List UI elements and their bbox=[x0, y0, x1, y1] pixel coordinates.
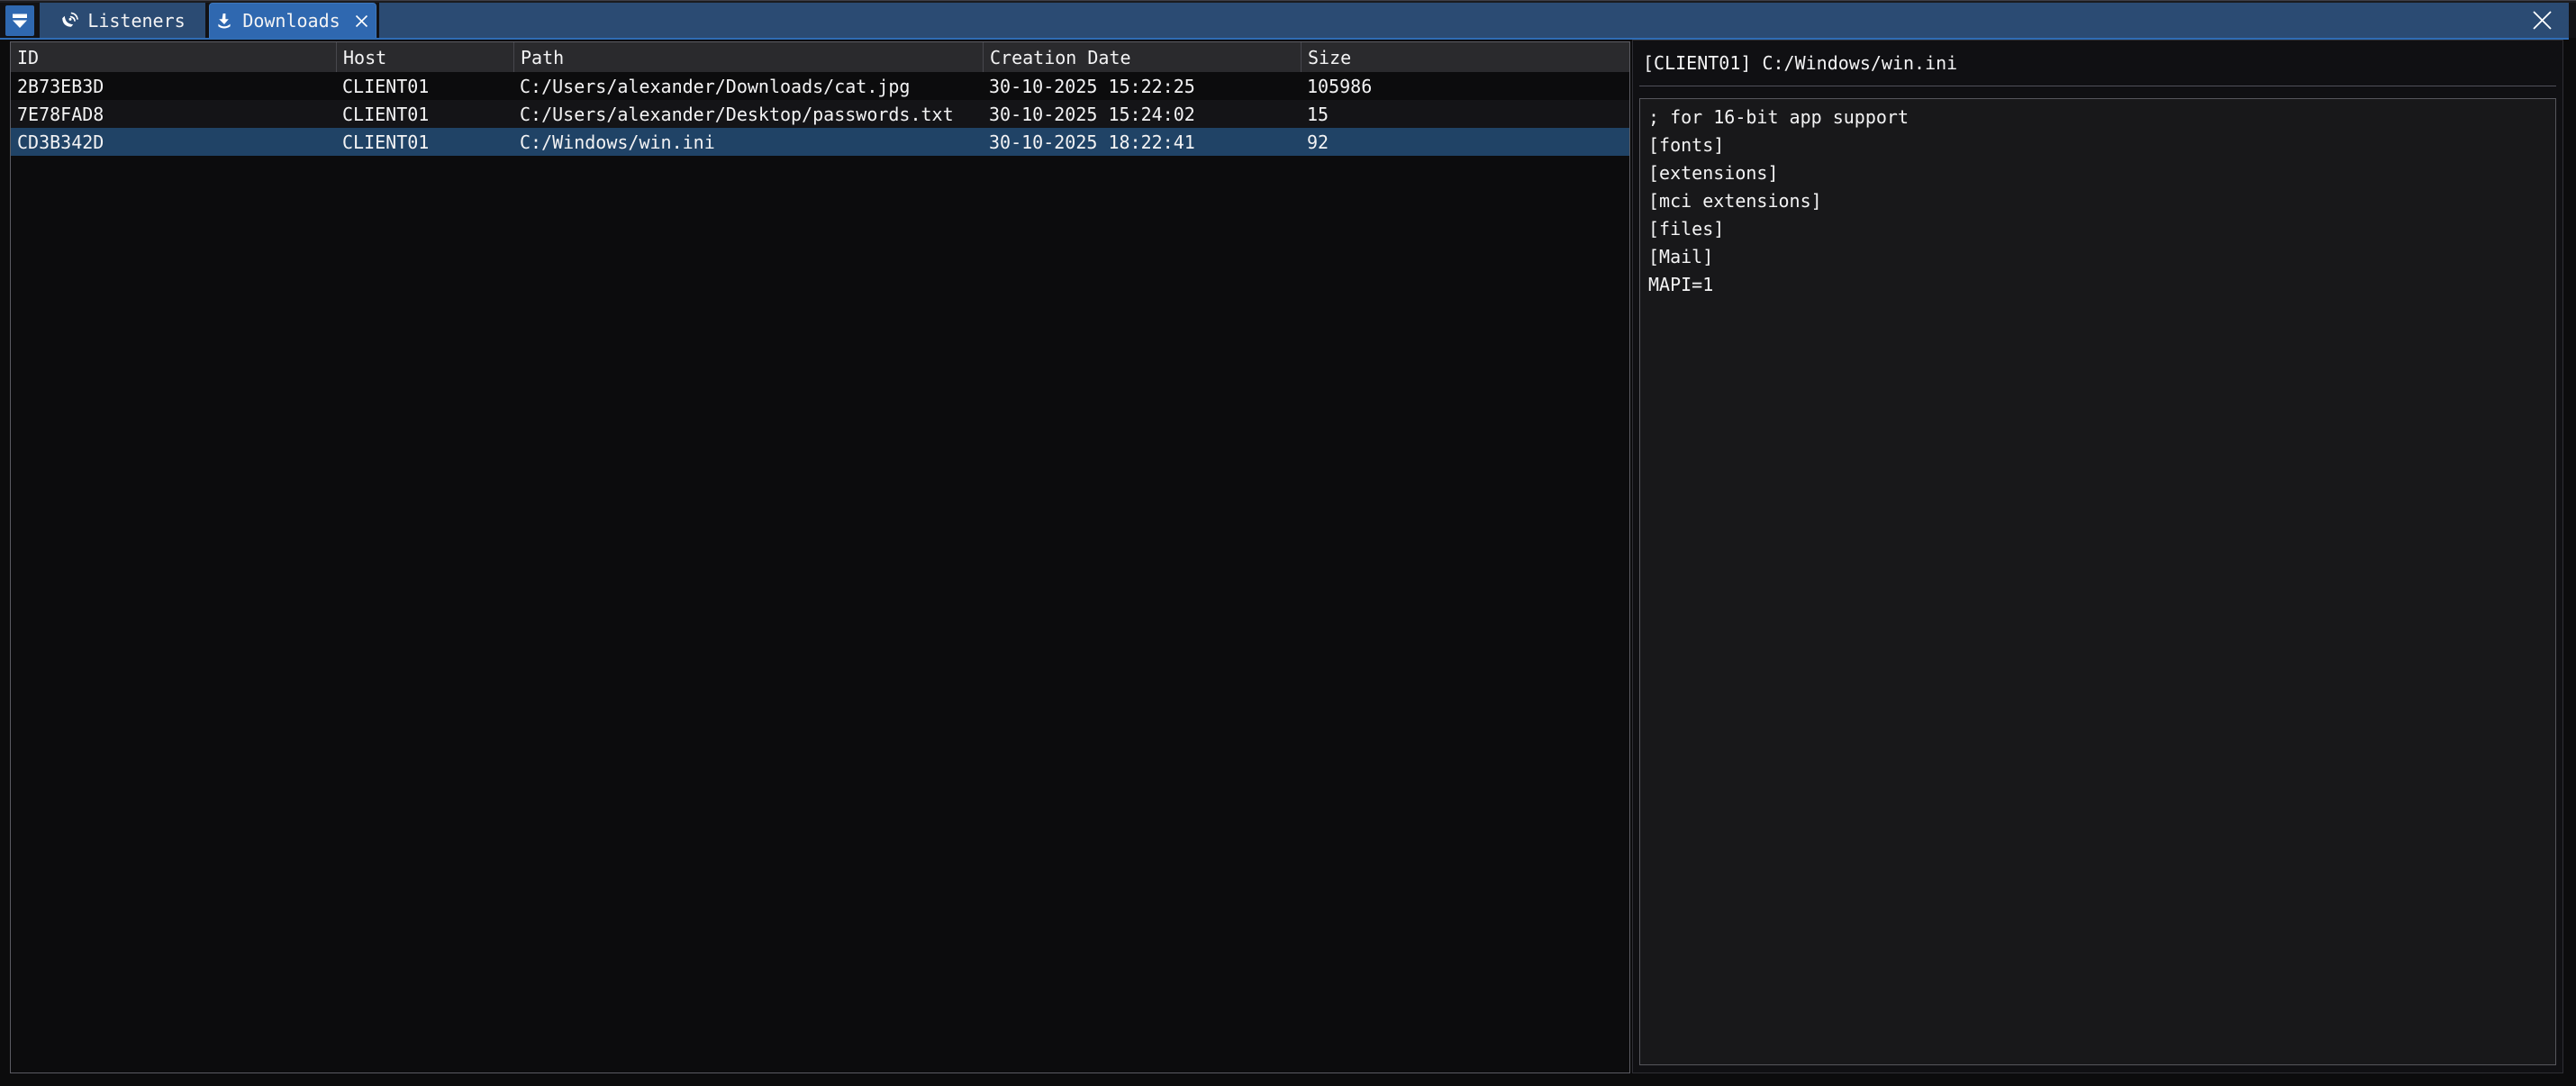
satellite-icon bbox=[59, 11, 78, 30]
tab-downloads[interactable]: Downloads bbox=[209, 3, 376, 38]
cell-path: C:/Windows/win.ini bbox=[513, 128, 983, 156]
table-header-row: ID Host Path Creation Date Size bbox=[11, 42, 1629, 72]
table-row[interactable]: 7E78FAD8 CLIENT01 C:/Users/alexander/Des… bbox=[11, 100, 1629, 128]
tab-bar-filler bbox=[379, 3, 2569, 38]
file-content-line: MAPI=1 bbox=[1648, 271, 2547, 299]
column-header-id[interactable]: ID bbox=[11, 42, 336, 72]
preview-title: [CLIENT01] C:/Windows/win.ini bbox=[1639, 52, 2556, 74]
file-content-line: [extensions] bbox=[1648, 159, 2547, 187]
cell-host: CLIENT01 bbox=[336, 100, 513, 128]
table-row[interactable]: 2B73EB3D CLIENT01 C:/Users/alexander/Dow… bbox=[11, 72, 1629, 100]
cell-id: 7E78FAD8 bbox=[11, 100, 336, 128]
cell-size: 105986 bbox=[1301, 72, 1629, 100]
file-content-line: [Mail] bbox=[1648, 243, 2547, 271]
cell-creation-date: 30-10-2025 15:24:02 bbox=[983, 100, 1301, 128]
tab-downloads-label: Downloads bbox=[242, 10, 340, 32]
cell-host: CLIENT01 bbox=[336, 128, 513, 156]
table-row-selected[interactable]: CD3B342D CLIENT01 C:/Windows/win.ini 30-… bbox=[11, 128, 1629, 156]
downloads-table: ID Host Path Creation Date Size 2B73EB3D… bbox=[10, 41, 1630, 1073]
file-content-line: [fonts] bbox=[1648, 131, 2547, 159]
cell-creation-date: 30-10-2025 15:22:25 bbox=[983, 72, 1301, 100]
collapse-down-icon bbox=[10, 12, 30, 30]
column-header-creation-date[interactable]: Creation Date bbox=[983, 42, 1301, 72]
dock-tab-bar: Listeners Downloads bbox=[0, 3, 2576, 38]
download-icon bbox=[215, 12, 233, 30]
tab-close-icon[interactable] bbox=[353, 13, 370, 30]
tab-listeners[interactable]: Listeners bbox=[40, 3, 205, 38]
file-content-line: ; for 16-bit app support bbox=[1648, 104, 2547, 131]
file-content-line: [mci extensions] bbox=[1648, 187, 2547, 215]
cell-path: C:/Users/alexander/Desktop/passwords.txt bbox=[513, 100, 983, 128]
file-preview-panel: [CLIENT01] C:/Windows/win.ini ; for 16-b… bbox=[1632, 40, 2563, 1073]
main-menu-button[interactable] bbox=[5, 5, 34, 36]
cell-id: CD3B342D bbox=[11, 128, 336, 156]
app-window: Listeners Downloads bbox=[0, 0, 2576, 1086]
column-header-size[interactable]: Size bbox=[1301, 42, 1629, 72]
cell-id: 2B73EB3D bbox=[11, 72, 336, 100]
cell-size: 15 bbox=[1301, 100, 1629, 128]
tab-listeners-label: Listeners bbox=[87, 10, 185, 32]
cell-size: 92 bbox=[1301, 128, 1629, 156]
column-header-path[interactable]: Path bbox=[513, 42, 983, 72]
file-content-line: [files] bbox=[1648, 215, 2547, 243]
column-header-host[interactable]: Host bbox=[336, 42, 513, 72]
file-content-view[interactable]: ; for 16-bit app support [fonts] [extens… bbox=[1639, 98, 2556, 1065]
table-empty-area bbox=[11, 156, 1629, 1072]
close-panel-icon[interactable] bbox=[2530, 8, 2554, 32]
cell-path: C:/Users/alexander/Downloads/cat.jpg bbox=[513, 72, 983, 100]
cell-creation-date: 30-10-2025 18:22:41 bbox=[983, 128, 1301, 156]
cell-host: CLIENT01 bbox=[336, 72, 513, 100]
